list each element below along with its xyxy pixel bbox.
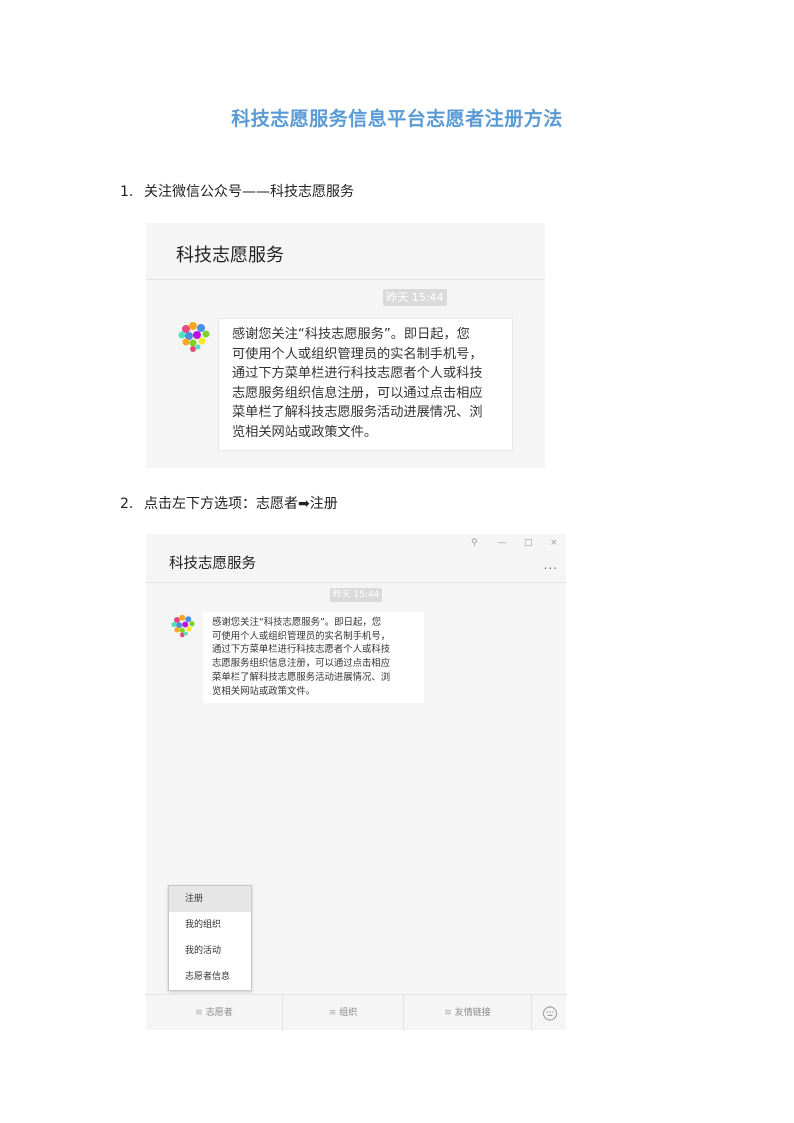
message-line: 可使用个人或组织管理员的实名制手机号， — [212, 630, 391, 642]
bottom-menu-volunteer[interactable]: ≡ 志愿者 — [146, 995, 282, 1030]
chat-screenshot-1: 科技志愿服务 昨天 15:44 感谢您关注“科技志愿服务”。即日起，您 可使用个… — [146, 223, 545, 468]
menu-lines-icon: ≡ — [328, 1008, 337, 1018]
bottom-menu-label: 友情链接 — [454, 1008, 491, 1018]
chat-title: 科技志愿服务 — [176, 245, 284, 266]
message-timestamp: 昨天 15:44 — [383, 289, 447, 306]
message-line: 可使用个人或组织管理员的实名制手机号， — [232, 346, 483, 362]
more-icon[interactable]: ... — [544, 558, 558, 572]
message-line: 菜单栏了解科技志愿服务活动进展情况、浏 — [232, 405, 483, 421]
step-text: 关注微信公众号——科技志愿服务 — [144, 184, 354, 200]
menu-lines-icon: ≡ — [195, 1008, 203, 1018]
message-line: 感谢您关注“科技志愿服务”。即日起，您 — [232, 327, 470, 342]
message-line: 菜单栏了解科技志愿服务活动进展情况、浏 — [212, 671, 391, 683]
bottom-menu-bar: ≡ 志愿者 ≡ 组织 ≡ 友情链接 — [146, 994, 566, 1030]
bottom-menu-label: 组织 — [339, 1008, 358, 1018]
step-text: 点击左下方选项：志愿者➡注册 — [144, 496, 338, 512]
message-line: 志愿服务组织信息注册，可以通过点击相应 — [232, 385, 483, 401]
chat-screenshot-2: 科技志愿服务 ⚲ — □ × ... 昨天 15:44 感谢您关注“科技志愿服务… — [146, 534, 566, 1030]
message-timestamp: 昨天 15:44 — [330, 588, 382, 602]
message-line: 感谢您关注“科技志愿服务”。即日起，您 — [212, 617, 382, 628]
step-2: 2. 点击左下方选项：志愿者➡注册 — [120, 493, 338, 513]
menu-lines-icon: ≡ — [444, 1008, 452, 1018]
step-number: 1. — [120, 184, 134, 200]
close-icon[interactable]: × — [550, 538, 558, 548]
volunteer-popup-menu: 注册 我的组织 我的活动 志愿者信息 — [168, 885, 252, 991]
document-title: 科技志愿服务信息平台志愿者注册方法 — [231, 108, 563, 130]
menu-item-register[interactable]: 注册 — [169, 886, 251, 912]
pin-icon[interactable]: ⚲ — [471, 538, 478, 548]
heart-logo-icon — [171, 614, 195, 638]
bottom-menu-label: 志愿者 — [205, 1008, 233, 1018]
chat-title: 科技志愿服务 — [169, 556, 256, 572]
message-line: 览相关网站或政策文件。 — [212, 685, 316, 697]
menu-divider — [531, 995, 532, 1030]
menu-item-volunteer-info[interactable]: 志愿者信息 — [169, 964, 251, 990]
step-1: 1. 关注微信公众号——科技志愿服务 — [120, 181, 354, 201]
message-line: 志愿服务组织信息注册，可以通过点击相应 — [212, 658, 391, 670]
message-line: 通过下方菜单栏进行科技志愿者个人或科技 — [212, 644, 391, 656]
message-bubble: 感谢您关注“科技志愿服务”。即日起，您 可使用个人或组织管理员的实名制手机号， … — [218, 318, 513, 451]
bottom-menu-friendly-links[interactable]: ≡ 友情链接 — [404, 995, 531, 1030]
minimize-icon[interactable]: — — [498, 538, 507, 548]
heart-logo-icon — [178, 322, 210, 352]
chat-header: 科技志愿服务 — [146, 223, 545, 280]
message-line: 通过下方菜单栏进行科技志愿者个人或科技 — [232, 366, 483, 382]
maximize-icon[interactable]: □ — [524, 538, 533, 548]
step-number: 2. — [120, 496, 134, 512]
message-bubble: 感谢您关注“科技志愿服务”。即日起，您 可使用个人或组织管理员的实名制手机号， … — [203, 612, 424, 704]
message-line: 览相关网站或政策文件。 — [232, 424, 378, 440]
menu-item-my-organization[interactable]: 我的组织 — [169, 912, 251, 938]
chat-header: 科技志愿服务 ⚲ — □ × ... — [146, 534, 566, 583]
menu-item-my-activities[interactable]: 我的活动 — [169, 938, 251, 964]
bottom-menu-organization[interactable]: ≡ 组织 — [283, 995, 403, 1030]
keyboard-icon[interactable] — [542, 1005, 558, 1021]
